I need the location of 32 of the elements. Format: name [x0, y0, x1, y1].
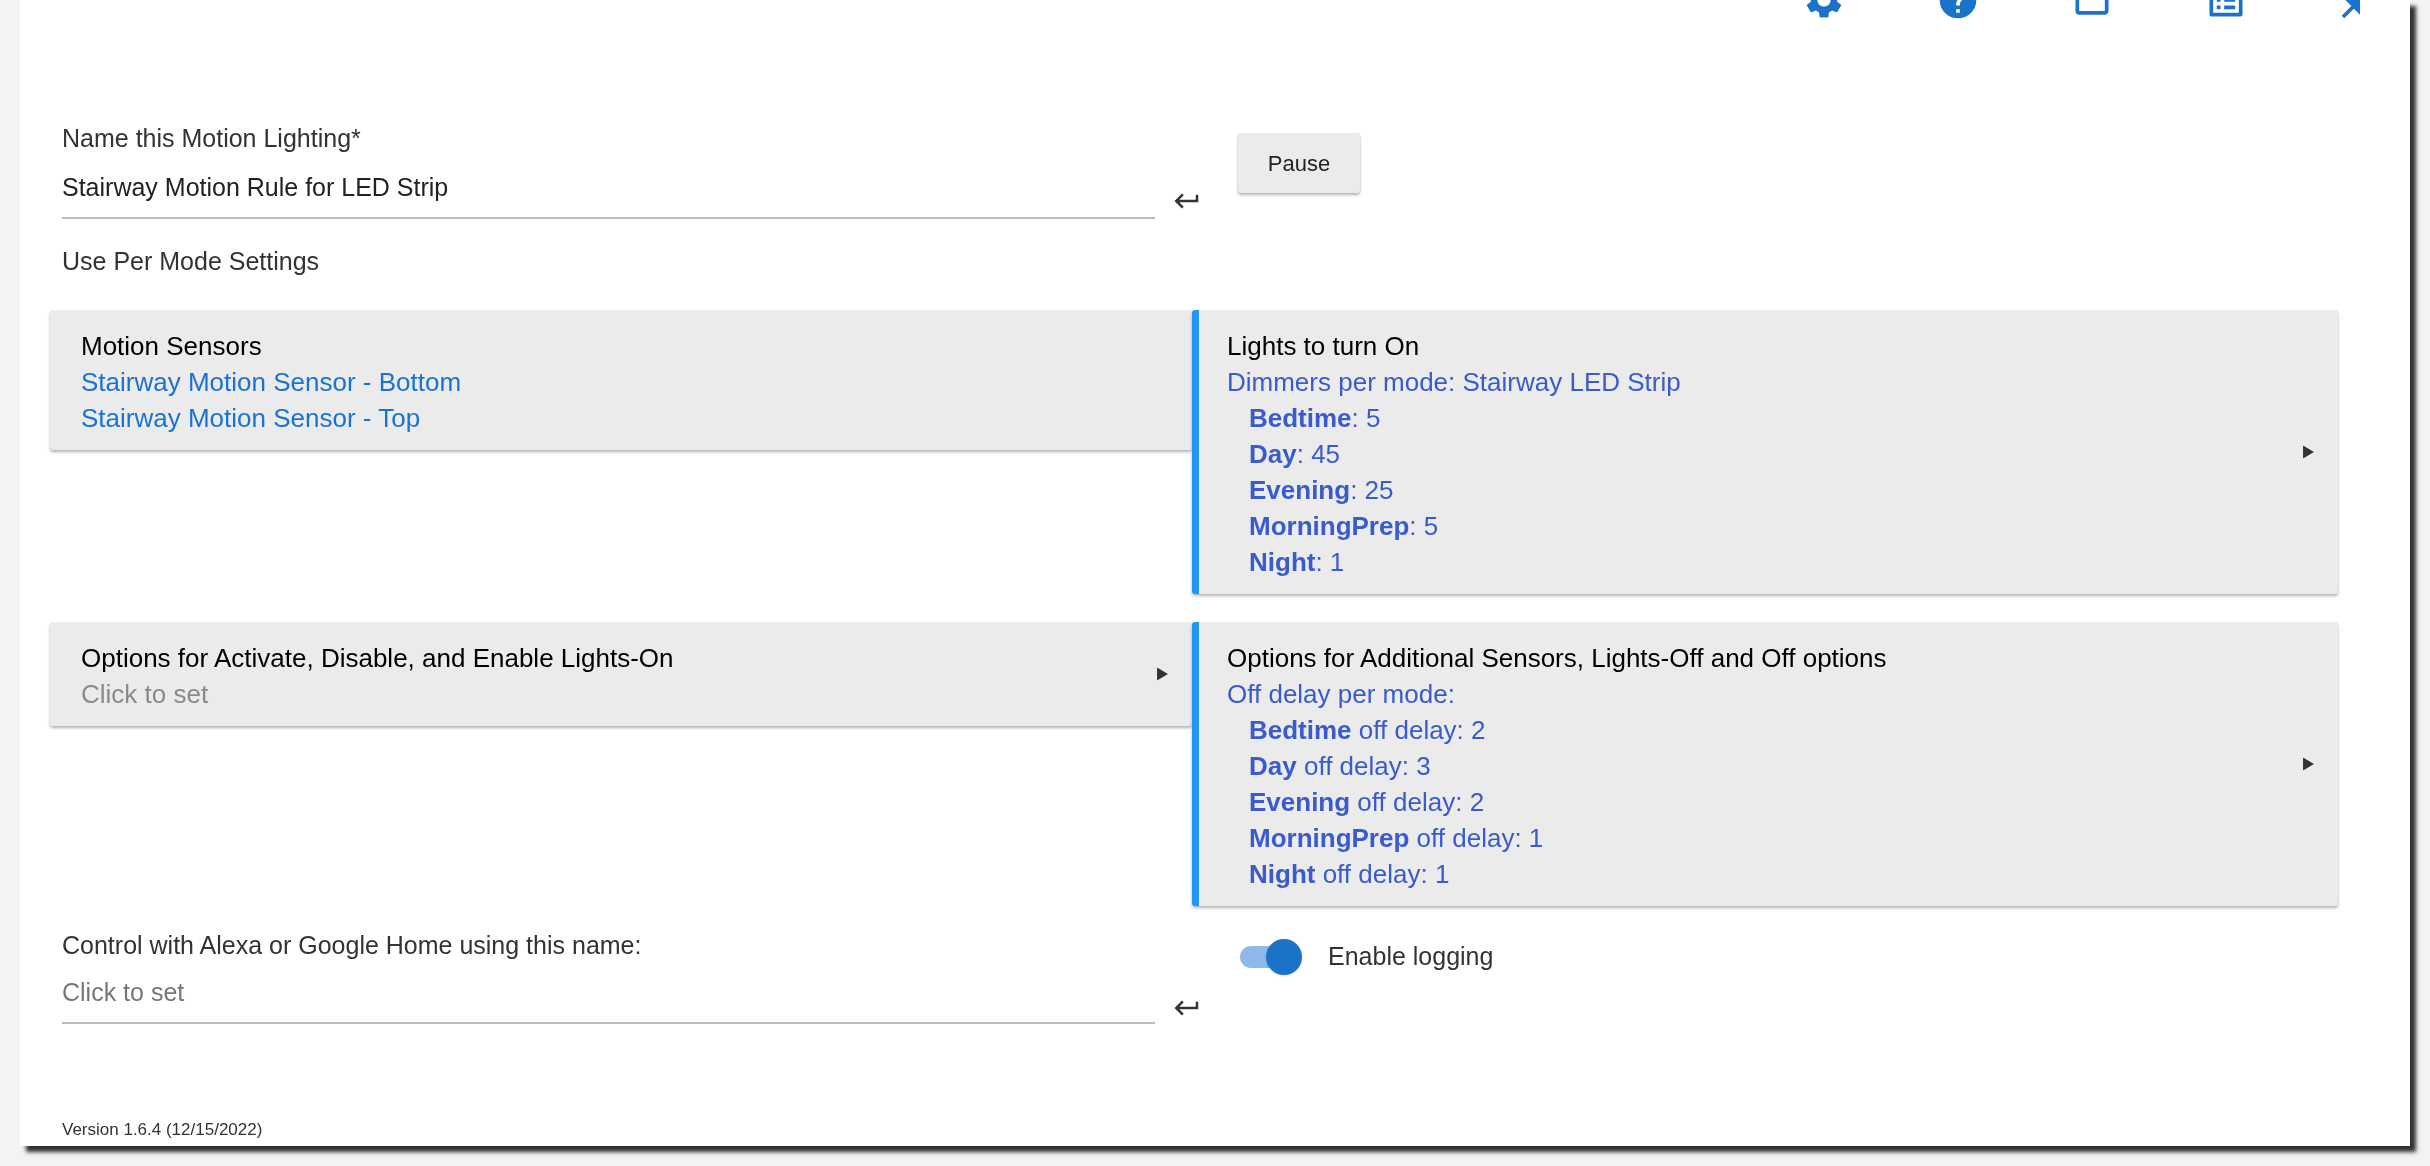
settings-card[interactable]: Options for Additional Sensors, Lights-Off and Off options Off delay per mode: Bedtime off delay: 2 Day off delay: 3 Evening off delay: 2 MorningPrep off delay: 1 Night off delay: 1 [1192, 622, 2338, 906]
card-title: Options for Activate, Disable, and Enable Lights-On [81, 642, 675, 675]
toggle-label: Enable logging [1328, 941, 1494, 972]
sensor-link[interactable]: Stairway Motion Sensor - Top [81, 400, 421, 436]
mode-setting: Day off delay: 3 [1248, 750, 1431, 783]
mode-setting: Evening: 25 [1248, 474, 1394, 507]
settings-card[interactable]: Lights to turn On Dimmers per mode: Stairway LED Strip Bedtime: 5 Day: 45 Evening: 25 MorningPrep: 5 Night: 1 [1192, 310, 2338, 594]
card-title: Motion Sensors [81, 330, 263, 363]
alexa-name-input-field[interactable]: Click to set [62, 974, 1155, 1012]
mode-setting: MorningPrep off delay: 1 [1248, 822, 1544, 855]
mode-setting: Day: 45 [1248, 438, 1341, 471]
mode-setting: MorningPrep: 5 [1248, 510, 1439, 543]
summary-text: Off delay per mode: [1227, 678, 1455, 711]
section-label: Use Per Mode Settings [61, 245, 320, 277]
settings-card[interactable]: Motion Sensors Stairway Motion Sensor - Bottom Stairway Motion Sensor - Top [50, 310, 1192, 450]
card-title: Options for Additional Sensors, Lights-Off and Off options [1227, 642, 1888, 675]
summary-text: Dimmers per mode: Stairway LED Strip [1227, 366, 1681, 399]
card-title: Lights to turn On [1227, 330, 1421, 363]
settings-card[interactable]: Options for Activate, Disable, and Enable Lights-On Click to set [50, 622, 1192, 726]
mode-setting: Bedtime off delay: 2 [1248, 714, 1486, 747]
mode-setting: Bedtime: 5 [1248, 402, 1381, 435]
mode-setting: Night off delay: 1 [1248, 858, 1450, 891]
name-input-field[interactable]: Stairway Motion Rule for LED Strip [62, 169, 1155, 207]
placeholder-text: Click to set [81, 678, 209, 711]
mode-setting: Evening off delay: 2 [1248, 786, 1485, 819]
version-text: Version 1.6.4 (12/15/2022) [61, 1118, 263, 1141]
mode-setting: Night: 1 [1248, 546, 1345, 579]
sensor-link[interactable]: Stairway Motion Sensor - Bottom [81, 364, 462, 400]
pause-button[interactable]: Pause [1238, 133, 1360, 193]
logging-toggle[interactable] [1238, 938, 1302, 975]
field-label: Control with Alexa or Google Home using this name: [62, 930, 642, 961]
field-label: Name this Motion Lighting* [62, 123, 361, 154]
